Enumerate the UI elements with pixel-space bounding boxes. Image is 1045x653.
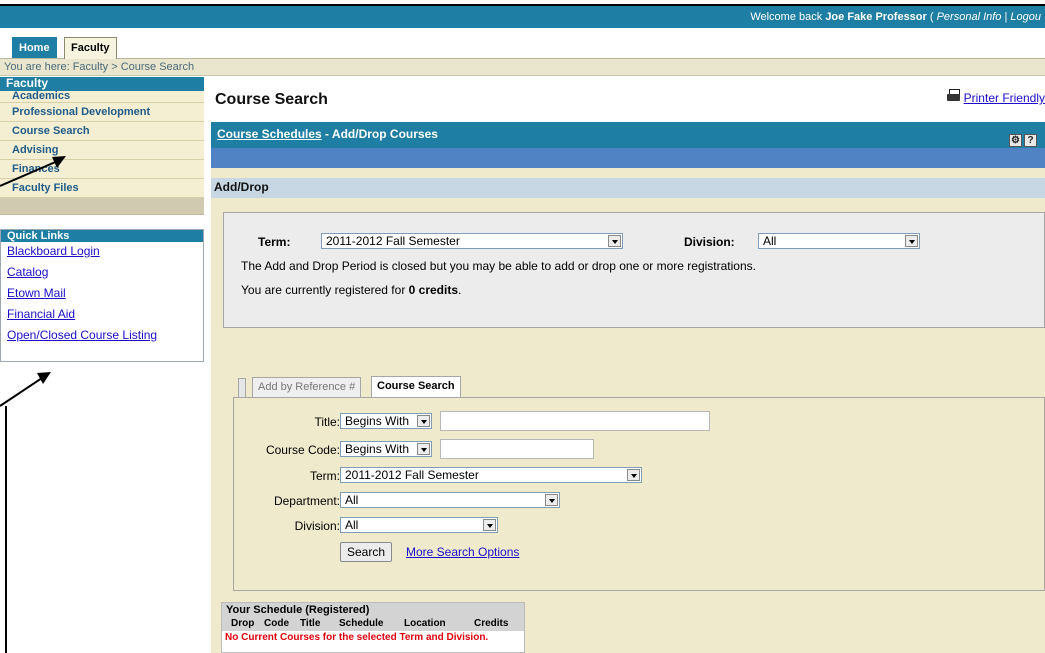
schedule-header-row: Drop Code Title Schedule Location Credit…	[222, 617, 524, 631]
sidebar-item-advising[interactable]: Advising	[0, 141, 204, 160]
tab-stub	[238, 378, 246, 398]
form-division-label: Division:	[294, 519, 340, 533]
department-select[interactable]: All	[340, 492, 560, 508]
sidebar-title: Faculty	[0, 77, 204, 91]
sidebar-item-finances[interactable]: Finances	[0, 160, 204, 179]
registered-credits-message: You are currently registered for 0 credi…	[241, 283, 461, 297]
welcome-message: Welcome back Joe Fake Professor ( Person…	[750, 11, 1041, 23]
printer-friendly-label: Printer Friendly	[963, 91, 1045, 105]
form-term-label: Term:	[310, 469, 340, 483]
sidebar-item-faculty-files[interactable]: Faculty Files	[0, 179, 204, 198]
registered-prefix: You are currently registered for	[241, 283, 409, 297]
sidebar: Faculty Academics Professional Developme…	[0, 77, 204, 385]
main-content: Course Search Printer Friendly Course Sc…	[211, 77, 1045, 653]
chevron-down-icon	[417, 443, 430, 455]
form-division-value: All	[345, 518, 359, 532]
printer-friendly-link[interactable]: Printer Friendly	[946, 89, 1045, 105]
col-title: Title	[300, 618, 321, 629]
sidebar-item-course-search[interactable]: Course Search	[0, 122, 204, 141]
paren-open: (	[926, 11, 937, 23]
title-input[interactable]	[440, 411, 710, 431]
panel-strip	[211, 148, 1045, 168]
tab-add-by-reference[interactable]: Add by Reference #	[252, 377, 362, 397]
col-code: Code	[264, 618, 289, 629]
division-label: Division:	[684, 235, 735, 249]
tab-course-search[interactable]: Course Search	[371, 376, 461, 397]
tab-faculty[interactable]: Faculty	[64, 37, 117, 59]
printer-icon	[946, 89, 962, 103]
quick-link-catalog[interactable]: Catalog	[1, 263, 203, 284]
quick-link-etown-mail[interactable]: Etown Mail	[1, 284, 203, 305]
chevron-down-icon	[545, 494, 558, 506]
course-code-input[interactable]	[440, 439, 594, 459]
sidebar-item-professional-development[interactable]: Professional Development	[0, 103, 204, 122]
section-title: Add/Drop	[211, 178, 1045, 198]
registered-credits: 0 credits	[408, 283, 459, 297]
division-select-value: All	[763, 234, 777, 248]
wrench-icon[interactable]: ⚙	[1009, 134, 1022, 147]
course-schedules-link[interactable]: Course Schedules	[217, 127, 322, 141]
quick-link-financial-aid[interactable]: Financial Aid	[1, 305, 203, 326]
quick-link-open-closed-courses[interactable]: Open/Closed Course Listing	[1, 326, 203, 347]
breadcrumb: You are here: Faculty > Course Search	[0, 59, 1045, 76]
course-code-mode-value: Begins With	[345, 442, 410, 456]
help-icon[interactable]: ?	[1024, 134, 1037, 147]
registered-suffix: .	[458, 283, 462, 297]
user-name: Joe Fake Professor	[825, 11, 927, 23]
personal-info-link[interactable]: Personal Info	[937, 11, 1002, 23]
search-button[interactable]: Search	[340, 542, 393, 562]
sidebar-filler	[0, 198, 204, 215]
chevron-down-icon	[608, 235, 621, 247]
department-label: Department:	[273, 494, 340, 508]
more-search-options-link[interactable]: More Search Options	[406, 545, 519, 559]
quick-links-box: Quick Links Blackboard Login Catalog Eto…	[0, 229, 204, 362]
chevron-down-icon	[483, 519, 496, 531]
top-bar: Welcome back Joe Fake Professor ( Person…	[0, 6, 1045, 28]
course-code-label: Course Code:	[265, 443, 340, 457]
schedule-title: Your Schedule (Registered)	[222, 603, 524, 617]
form-term-select[interactable]: 2011-2012 Fall Semester	[340, 467, 642, 483]
logout-link[interactable]: Logou	[1010, 11, 1041, 23]
add-drop-closed-message: The Add and Drop Period is closed but yo…	[241, 259, 756, 273]
chevron-down-icon	[627, 469, 640, 481]
col-credits: Credits	[474, 618, 509, 629]
term-label: Term:	[258, 235, 291, 249]
panel-title: - Add/Drop Courses	[321, 127, 438, 141]
form-division-select[interactable]: All	[340, 517, 498, 533]
quick-links-title: Quick Links	[1, 230, 203, 242]
sidebar-item-academics[interactable]: Academics	[0, 91, 204, 103]
term-select-value: 2011-2012 Fall Semester	[326, 234, 460, 248]
title-mode-value: Begins With	[345, 414, 410, 428]
portal-tabs: Home Faculty	[0, 28, 1045, 59]
title-mode-select[interactable]: Begins With	[340, 413, 432, 429]
title-label: Title:	[314, 415, 340, 429]
term-selection-box: Term: 2011-2012 Fall Semester Division: …	[223, 212, 1045, 328]
schedule-empty-message: No Current Courses for the selected Term…	[225, 632, 489, 643]
panel-header: Course Schedules - Add/Drop Courses ⚙?	[211, 122, 1045, 148]
quick-link-blackboard[interactable]: Blackboard Login	[1, 242, 203, 263]
welcome-prefix: Welcome back	[750, 11, 826, 23]
col-schedule: Schedule	[339, 618, 384, 629]
form-term-value: 2011-2012 Fall Semester	[345, 468, 479, 482]
tab-home[interactable]: Home	[12, 37, 57, 58]
division-select[interactable]: All	[758, 233, 920, 249]
department-value: All	[345, 493, 359, 507]
chevron-down-icon	[417, 415, 430, 427]
course-search-form: Title: Begins With Course Code: Begins W…	[233, 397, 1045, 591]
panel-body: Add/Drop Term: 2011-2012 Fall Semester D…	[211, 168, 1045, 653]
course-code-mode-select[interactable]: Begins With	[340, 441, 432, 457]
page-title: Course Search	[215, 91, 328, 108]
schedule-table: Your Schedule (Registered) Drop Code Tit…	[221, 602, 525, 653]
term-select[interactable]: 2011-2012 Fall Semester	[321, 233, 623, 249]
col-drop: Drop	[231, 618, 255, 629]
col-location: Location	[404, 618, 446, 629]
chevron-down-icon	[905, 235, 918, 247]
